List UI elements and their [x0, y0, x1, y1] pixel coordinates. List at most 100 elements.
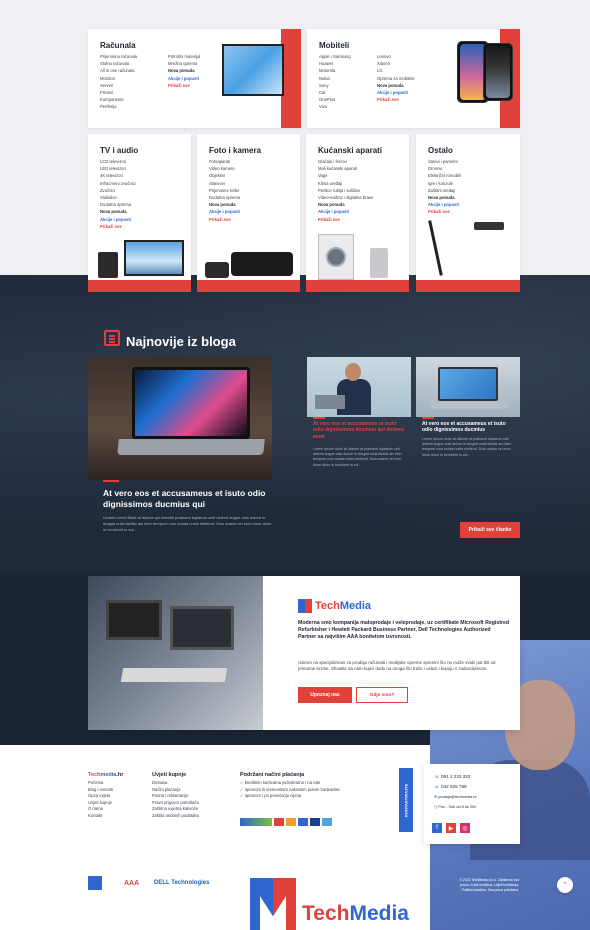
email-row[interactable]: ✉ prodaja@techmedia.hr	[434, 794, 477, 799]
youtube-icon[interactable]: ▶	[446, 823, 456, 833]
discounts-link[interactable]: Akcije i popusti	[428, 201, 461, 208]
new-offer-link[interactable]: Nova ponuda	[377, 82, 415, 89]
category-link[interactable]: Komponente	[100, 96, 137, 103]
footer-link[interactable]: Kontakt	[88, 813, 123, 820]
category-link[interactable]: Potrošni materijal	[168, 53, 200, 60]
footer-link[interactable]: Načini plaćanja	[152, 787, 199, 794]
phone-row[interactable]: ☏ 042 625 789	[434, 784, 467, 790]
footer-link[interactable]: Uvjeti kupnje	[88, 800, 123, 807]
category-link[interactable]: OnePlus	[319, 96, 351, 103]
category-link[interactable]: Vage	[318, 172, 373, 179]
footer-link[interactable]: Povrat i reklamacije	[152, 793, 199, 800]
category-link[interactable]: Dronovi	[428, 165, 461, 172]
category-link[interactable]: Zvučnici	[100, 187, 136, 194]
category-link[interactable]: Objektivi	[209, 172, 240, 179]
category-link[interactable]: Satovi i pametni	[428, 158, 461, 165]
show-all-link[interactable]: Prikaži sve	[100, 223, 136, 230]
category-link[interactable]: Monitori	[100, 75, 137, 82]
category-link[interactable]: Printeri	[100, 89, 137, 96]
location-button[interactable]: Gdje smo?	[356, 687, 408, 703]
phone-row[interactable]: ☏ 091 1 222 333	[434, 774, 470, 780]
category-link[interactable]: Xiaomi	[377, 60, 415, 67]
footer-link[interactable]: Blog i novosti	[88, 787, 123, 794]
category-card-racunala[interactable]: Računala Prijenosna računala Stolna raču…	[88, 29, 301, 128]
category-card-mobiteli[interactable]: Mobiteli Apple i Samsung Huawei Motorola…	[307, 29, 520, 128]
show-all-link[interactable]: Prikaži sve	[318, 216, 373, 223]
category-link[interactable]: Električni romobili	[428, 172, 461, 179]
new-offer-link[interactable]: Nova ponuda	[168, 67, 200, 74]
category-link[interactable]: LG	[377, 67, 415, 74]
category-link[interactable]: LED televizori	[100, 165, 136, 172]
footer-link[interactable]: O nama	[88, 806, 123, 813]
new-offer-link[interactable]: Nova ponuda	[428, 194, 461, 201]
techmedia-logo-large[interactable]: TechMedia	[250, 878, 442, 930]
facebook-icon[interactable]: f	[432, 823, 442, 833]
show-all-link[interactable]: Prikaži sve	[209, 216, 240, 223]
show-all-link[interactable]: Prikaži sve	[168, 82, 200, 89]
category-card-ostalo[interactable]: Ostalo Satovi i pametni Dronovi Električ…	[416, 134, 520, 292]
show-all-link[interactable]: Prikaži sve	[428, 208, 461, 215]
category-title[interactable]: TV i audio	[100, 146, 138, 155]
footer-link[interactable]: Dostava	[152, 780, 199, 787]
footer-link[interactable]: Pravo prigovor potrošača	[152, 800, 199, 807]
category-link[interactable]: Stativovi	[209, 180, 240, 187]
category-card-tv[interactable]: TV i audio LCD televizori LED televizori…	[88, 134, 191, 292]
discounts-link[interactable]: Akcije i popusti	[100, 216, 136, 223]
category-link[interactable]: Video-nadzor i digitalne brave	[318, 194, 373, 201]
category-link[interactable]: Motorola	[319, 67, 351, 74]
category-link[interactable]: Fotoaparati	[209, 158, 240, 165]
category-title[interactable]: Računala	[100, 41, 136, 50]
category-link[interactable]: LCD televizori	[100, 158, 136, 165]
techmedia-logo[interactable]: TechMedia	[298, 599, 371, 613]
category-link[interactable]: Mrežna oprema	[168, 60, 200, 67]
discounts-link[interactable]: Akcije i popusti	[377, 89, 415, 96]
new-offer-link[interactable]: Nova ponuda	[209, 201, 240, 208]
blog-post3-image[interactable]	[416, 357, 520, 417]
category-title[interactable]: Kućanski aparati	[318, 146, 382, 155]
discounts-link[interactable]: Akcije i popusti	[318, 208, 373, 215]
new-offer-link[interactable]: Nova ponuda	[318, 201, 373, 208]
category-title[interactable]: Mobiteli	[319, 41, 349, 50]
category-link[interactable]: Video kamere	[209, 165, 240, 172]
category-link[interactable]: Serveri	[100, 82, 137, 89]
category-link[interactable]: Slušalice	[100, 194, 136, 201]
category-link[interactable]: Periferija	[100, 103, 137, 110]
footer-link[interactable]: Početna	[88, 780, 123, 787]
category-link[interactable]: Perilice rublja i sušilice	[318, 187, 373, 194]
about-us-button[interactable]: Upoznaj nas	[298, 687, 352, 703]
all-articles-button[interactable]: Prikaži sve članke	[460, 522, 520, 538]
blog-main-image[interactable]	[88, 357, 272, 480]
category-link[interactable]: Dodatna oprema	[209, 194, 240, 201]
category-link[interactable]: Infracrveni zvučnici	[100, 180, 136, 187]
category-link[interactable]: Cat	[319, 89, 351, 96]
category-link[interactable]: Stolna računala	[100, 60, 137, 67]
category-link[interactable]: Mali kućanski aparati	[318, 165, 373, 172]
category-link[interactable]: Klima uređaji	[318, 180, 373, 187]
blog-main-title[interactable]: At vero eos et accusameus et isuto odio …	[103, 488, 273, 510]
category-link[interactable]: 4K televizori	[100, 172, 136, 179]
new-offer-link[interactable]: Nova ponuda	[100, 208, 136, 215]
category-link[interactable]: Lenovo	[377, 53, 415, 60]
category-link[interactable]: Vivo	[319, 103, 351, 110]
discounts-link[interactable]: Akcije i popusti	[209, 208, 240, 215]
category-link[interactable]: Dodatna oprema	[100, 201, 136, 208]
category-card-foto[interactable]: Foto i kamera Fotoaparati Video kamere O…	[197, 134, 300, 292]
category-link[interactable]: Sony	[319, 82, 351, 89]
category-link[interactable]: Zaštitni uređaji	[428, 187, 461, 194]
category-link[interactable]: Nokia	[319, 75, 351, 82]
category-link[interactable]: All in one računala	[100, 67, 137, 74]
category-link[interactable]: Igre i konzole	[428, 180, 461, 187]
category-link[interactable]: Oprema za mobitele	[377, 75, 415, 82]
footer-link[interactable]: Zaštitna uvjetna kakvoće	[152, 806, 199, 813]
footer-link[interactable]: Opća uvjeta	[88, 793, 123, 800]
category-title[interactable]: Foto i kamera	[209, 146, 261, 155]
category-link[interactable]: Prijenosna računala	[100, 53, 137, 60]
blog-post3-title[interactable]: At vero eos et accusameus et isuto odio …	[422, 421, 516, 434]
category-title[interactable]: Ostalo	[428, 146, 453, 155]
footer-link[interactable]: Zaštita osobnih podataka	[152, 813, 199, 820]
category-link[interactable]: Huawei	[319, 60, 351, 67]
category-link[interactable]: Prijenosne torbe	[209, 187, 240, 194]
scroll-top-button[interactable]: ⌃	[557, 877, 573, 893]
show-all-link[interactable]: Prikaži sve	[377, 96, 415, 103]
blog-post2-image[interactable]	[307, 357, 411, 417]
